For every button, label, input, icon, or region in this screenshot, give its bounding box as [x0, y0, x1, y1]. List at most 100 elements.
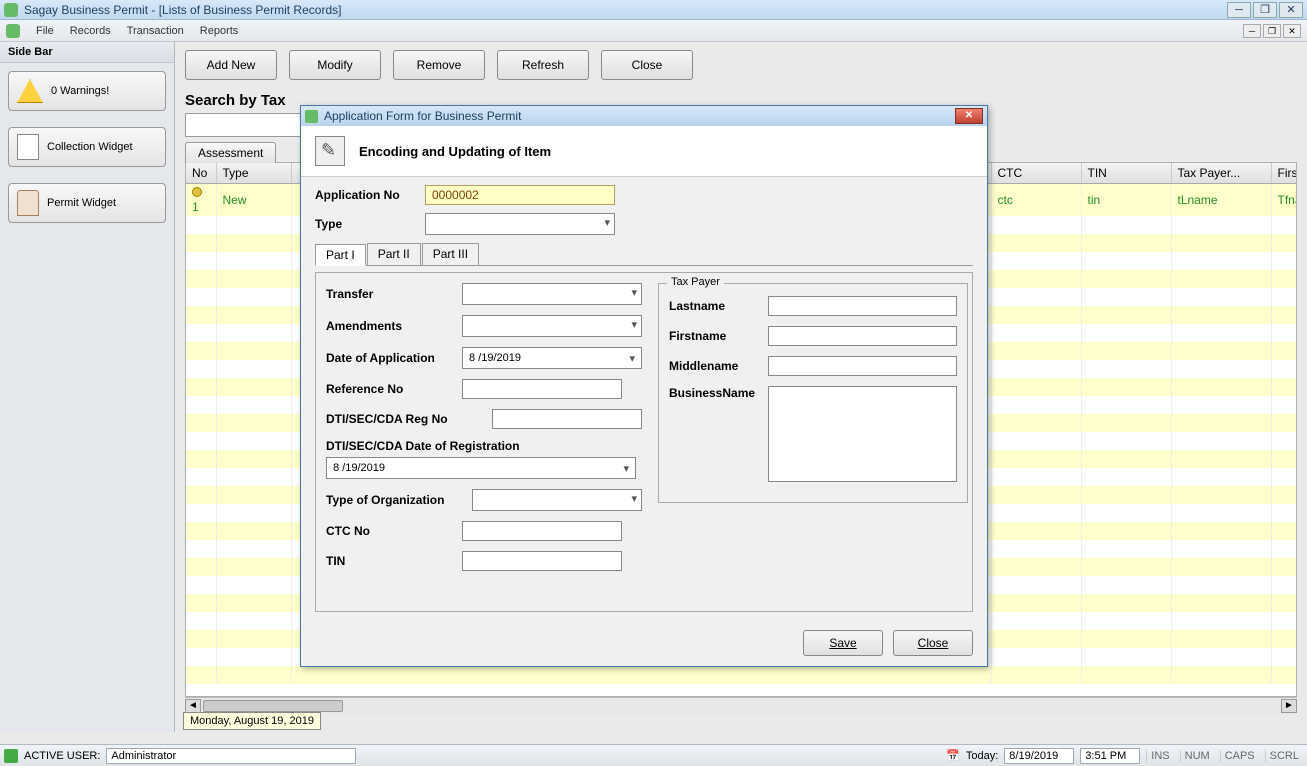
app-title: Sagay Business Permit - [Lists of Busine…	[24, 3, 341, 17]
col-type[interactable]: Type	[216, 163, 291, 184]
application-form-dialog: Application Form for Business Permit ✕ E…	[300, 105, 988, 667]
ref-no-input[interactable]	[462, 379, 622, 399]
dialog-close-btn[interactable]: Close	[893, 630, 973, 656]
collection-widget-button[interactable]: Collection Widget	[8, 127, 166, 167]
restore-button[interactable]: ❐	[1253, 2, 1277, 18]
dialog-titlebar[interactable]: Application Form for Business Permit ✕	[301, 106, 987, 126]
menu-reports[interactable]: Reports	[200, 25, 239, 37]
col-taxpayer[interactable]: Tax Payer...	[1171, 163, 1271, 184]
cell-no: 1	[192, 200, 199, 214]
col-tin[interactable]: TIN	[1081, 163, 1171, 184]
app-icon	[4, 3, 18, 17]
dti-reg-input[interactable]	[492, 409, 642, 429]
minimize-button[interactable]: ─	[1227, 2, 1251, 18]
table-row[interactable]	[186, 666, 1297, 684]
tab-part-1[interactable]: Part I	[315, 244, 366, 266]
horizontal-scrollbar[interactable]: ◄ ►	[185, 697, 1297, 715]
calendar-icon: 📅	[946, 749, 960, 762]
type-select[interactable]	[425, 213, 615, 235]
ctc-no-input[interactable]	[462, 521, 622, 541]
firstname-input[interactable]	[768, 326, 957, 346]
permit-label: Permit Widget	[47, 197, 116, 209]
col-no[interactable]: No	[186, 163, 216, 184]
dti-date-label: DTI/SEC/CDA Date of Registration	[326, 439, 642, 453]
businessname-label: BusinessName	[669, 386, 762, 400]
edit-icon	[315, 136, 345, 166]
today-field[interactable]	[1004, 748, 1074, 764]
titlebar: Sagay Business Permit - [Lists of Busine…	[0, 0, 1307, 20]
refresh-button[interactable]: Refresh	[497, 50, 589, 80]
permit-widget-button[interactable]: Permit Widget	[8, 183, 166, 223]
tin-label: TIN	[326, 554, 456, 568]
menubar: File Records Transaction Reports ─ ❐ ✕	[0, 20, 1307, 42]
tab-part-2[interactable]: Part II	[367, 243, 421, 265]
middlename-input[interactable]	[768, 356, 957, 376]
app-no-label: Application No	[315, 188, 425, 202]
cell-tin: tin	[1081, 184, 1171, 217]
lastname-input[interactable]	[768, 296, 957, 316]
transfer-label: Transfer	[326, 287, 456, 301]
amendments-label: Amendments	[326, 319, 456, 333]
dialog-save-button[interactable]: Save	[803, 630, 883, 656]
app-no-field[interactable]: 0000002	[425, 185, 615, 205]
scroll-left-button[interactable]: ◄	[185, 699, 201, 713]
menu-file[interactable]: File	[36, 25, 54, 37]
modify-button[interactable]: Modify	[289, 50, 381, 80]
businessname-input[interactable]	[768, 386, 957, 482]
scrl-indicator: SCRL	[1265, 750, 1303, 762]
remove-button[interactable]: Remove	[393, 50, 485, 80]
type-org-label: Type of Organization	[326, 493, 466, 507]
ref-no-label: Reference No	[326, 382, 456, 396]
tin-input[interactable]	[462, 551, 622, 571]
transfer-select[interactable]	[462, 283, 642, 305]
col-first[interactable]: First	[1271, 163, 1297, 184]
num-indicator: NUM	[1180, 750, 1214, 762]
date-tooltip: Monday, August 19, 2019	[183, 712, 321, 730]
menu-records[interactable]: Records	[70, 25, 111, 37]
add-new-button[interactable]: Add New	[185, 50, 277, 80]
cell-first: Tfna	[1271, 184, 1297, 217]
active-user-field[interactable]	[106, 748, 356, 764]
warnings-button[interactable]: 0 Warnings!	[8, 71, 166, 111]
mdi-minimize-button[interactable]: ─	[1243, 24, 1261, 38]
scroll-thumb[interactable]	[203, 700, 343, 712]
assessment-tab[interactable]: Assessment	[185, 142, 276, 163]
dialog-header: Encoding and Updating of Item	[301, 126, 987, 177]
dti-date-input[interactable]: 8 /19/2019	[326, 457, 636, 479]
amendments-select[interactable]	[462, 315, 642, 337]
cell-taxpayer: tLname	[1171, 184, 1271, 217]
ctc-no-label: CTC No	[326, 524, 456, 538]
dialog-close-button[interactable]: ✕	[955, 108, 983, 124]
type-org-select[interactable]	[472, 489, 642, 511]
toolbar-close-button[interactable]: Close	[601, 50, 693, 80]
taxpayer-legend: Tax Payer	[667, 276, 724, 288]
dialog-icon	[305, 110, 318, 123]
scroll-right-button[interactable]: ►	[1281, 699, 1297, 713]
warnings-label: 0 Warnings!	[51, 85, 109, 97]
tab-part-3[interactable]: Part III	[422, 243, 479, 265]
lastname-label: Lastname	[669, 299, 762, 313]
warning-icon	[17, 79, 43, 103]
mdi-restore-button[interactable]: ❐	[1263, 24, 1281, 38]
close-button[interactable]: ✕	[1279, 2, 1303, 18]
ins-indicator: INS	[1146, 750, 1173, 762]
parts-tabs: Part I Part II Part III	[315, 243, 973, 266]
type-label: Type	[315, 217, 425, 231]
firstname-label: Firstname	[669, 329, 762, 343]
date-app-label: Date of Application	[326, 351, 456, 365]
row-bullet-icon	[192, 187, 202, 197]
mdi-close-button[interactable]: ✕	[1283, 24, 1301, 38]
taxpayer-fieldset: Tax Payer Lastname Firstname Middlename …	[658, 283, 968, 503]
sidebar: Side Bar 0 Warnings! Collection Widget P…	[0, 42, 175, 732]
caps-indicator: CAPS	[1220, 750, 1259, 762]
cell-ctc: ctc	[991, 184, 1081, 217]
time-field[interactable]	[1080, 748, 1140, 764]
collection-label: Collection Widget	[47, 141, 133, 153]
col-ctc[interactable]: CTC	[991, 163, 1081, 184]
document-icon	[17, 134, 39, 160]
menu-transaction[interactable]: Transaction	[127, 25, 184, 37]
date-app-input[interactable]: 8 /19/2019	[462, 347, 642, 369]
cell-type: New	[216, 184, 291, 217]
middlename-label: Middlename	[669, 359, 762, 373]
dialog-title: Application Form for Business Permit	[324, 109, 521, 123]
